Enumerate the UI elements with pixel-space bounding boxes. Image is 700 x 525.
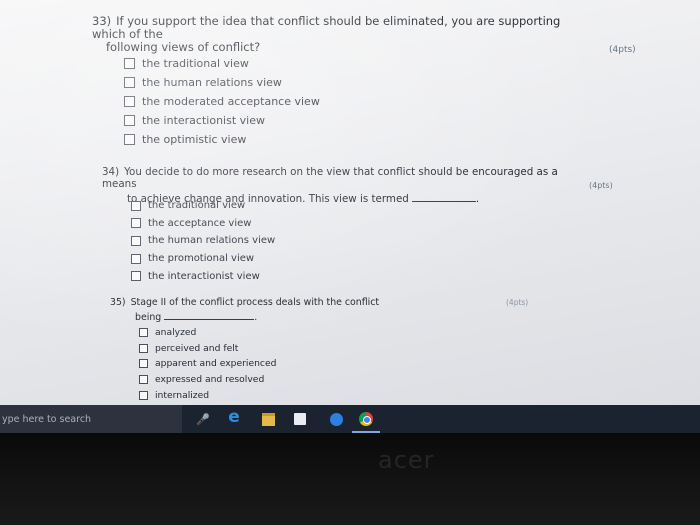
microphone-icon[interactable]: 🎤: [195, 411, 211, 427]
checkbox[interactable]: [124, 96, 135, 107]
question-33-text: 33) If you support the idea that conflict…: [92, 14, 592, 55]
options-list: the traditional view the human relations…: [124, 54, 320, 149]
chrome-icon[interactable]: [358, 411, 374, 427]
question-line: following views of conflict?: [106, 40, 261, 55]
checkbox[interactable]: [139, 359, 148, 369]
option-label: the human relations view: [142, 76, 282, 89]
option-label: the acceptance view: [148, 217, 252, 229]
checkbox[interactable]: [139, 343, 148, 353]
option-human-relations-view[interactable]: the human relations view: [131, 232, 275, 250]
file-explorer-icon[interactable]: [260, 411, 276, 427]
edge-icon[interactable]: e: [226, 407, 242, 427]
option-label: the interactionist view: [148, 270, 260, 282]
checkbox[interactable]: [139, 328, 148, 338]
points-label: (4pts): [506, 298, 529, 307]
answer-blank: [411, 191, 476, 202]
option-expressed-and-resolved[interactable]: expressed and resolved: [139, 372, 276, 388]
question-line-end: .: [254, 311, 258, 323]
option-human-relations-view[interactable]: the human relations view: [124, 73, 320, 92]
question-line: You decide to do more research on the vi…: [102, 166, 558, 190]
question-number: 33): [92, 14, 112, 28]
option-label: the human relations view: [148, 235, 276, 247]
question-line: If you support the idea that conflict sh…: [92, 14, 561, 42]
question-35-text: 35) Stage II of the conflict process deal…: [110, 297, 430, 324]
option-label: the traditional view: [142, 57, 249, 70]
option-interactionist-view[interactable]: the interactionist view: [124, 111, 320, 130]
search-placeholder: ype here to search: [2, 413, 92, 425]
taskbar: ype here to search 🎤 e: [0, 405, 700, 433]
checkbox[interactable]: [124, 58, 135, 69]
option-label: the interactionist view: [142, 114, 265, 127]
option-acceptance-view[interactable]: the acceptance view: [131, 215, 275, 233]
option-traditional-view[interactable]: the traditional view: [124, 54, 320, 73]
store-icon[interactable]: [292, 411, 308, 427]
brand-logo: acer: [378, 446, 435, 474]
option-moderated-acceptance-view[interactable]: the moderated acceptance view: [124, 92, 320, 111]
question-line: being: [135, 311, 162, 323]
option-label: expressed and resolved: [155, 374, 265, 386]
checkbox[interactable]: [139, 375, 148, 385]
checkbox[interactable]: [131, 218, 141, 229]
options-list: analyzed perceived and felt apparent and…: [139, 325, 276, 403]
groove-music-icon[interactable]: [328, 411, 344, 427]
option-optimistic-view[interactable]: the optimistic view: [124, 130, 320, 149]
question-line: Stage II of the conflict process deals w…: [130, 297, 380, 308]
answer-blank: [164, 309, 255, 320]
checkbox[interactable]: [131, 253, 141, 264]
question-number: 35): [110, 297, 126, 308]
question-number: 34): [102, 166, 120, 178]
option-label: analyzed: [155, 327, 197, 339]
option-promotional-view[interactable]: the promotional view: [131, 250, 275, 268]
points-label: (4pts): [609, 45, 636, 55]
option-perceived-and-felt[interactable]: perceived and felt: [139, 341, 276, 357]
checkbox[interactable]: [124, 115, 135, 126]
checkbox[interactable]: [131, 271, 141, 282]
option-label: apparent and experienced: [155, 358, 277, 370]
option-label: the optimistic view: [142, 133, 247, 146]
checkbox[interactable]: [124, 134, 135, 145]
option-label: internalized: [155, 389, 210, 401]
question-line-end: .: [475, 192, 480, 205]
checkbox[interactable]: [131, 200, 141, 211]
checkbox[interactable]: [124, 77, 135, 88]
option-internalized[interactable]: internalized: [139, 387, 276, 403]
option-label: perceived and felt: [155, 342, 239, 354]
option-label: the traditional view: [148, 200, 246, 212]
laptop-bezel: [0, 433, 700, 525]
checkbox[interactable]: [139, 390, 148, 400]
option-analyzed[interactable]: analyzed: [139, 325, 276, 341]
taskbar-search-input[interactable]: ype here to search: [0, 405, 182, 433]
option-traditional-view[interactable]: the traditional view: [131, 197, 275, 215]
options-list: the traditional view the acceptance view…: [131, 197, 275, 285]
option-apparent-and-experienced[interactable]: apparent and experienced: [139, 356, 276, 372]
points-label: (4pts): [589, 181, 613, 190]
document-page: 33) If you support the idea that conflict…: [0, 0, 700, 405]
option-interactionist-view[interactable]: the interactionist view: [131, 267, 275, 285]
option-label: the promotional view: [148, 253, 255, 265]
checkbox[interactable]: [131, 235, 141, 246]
option-label: the moderated acceptance view: [142, 95, 320, 108]
